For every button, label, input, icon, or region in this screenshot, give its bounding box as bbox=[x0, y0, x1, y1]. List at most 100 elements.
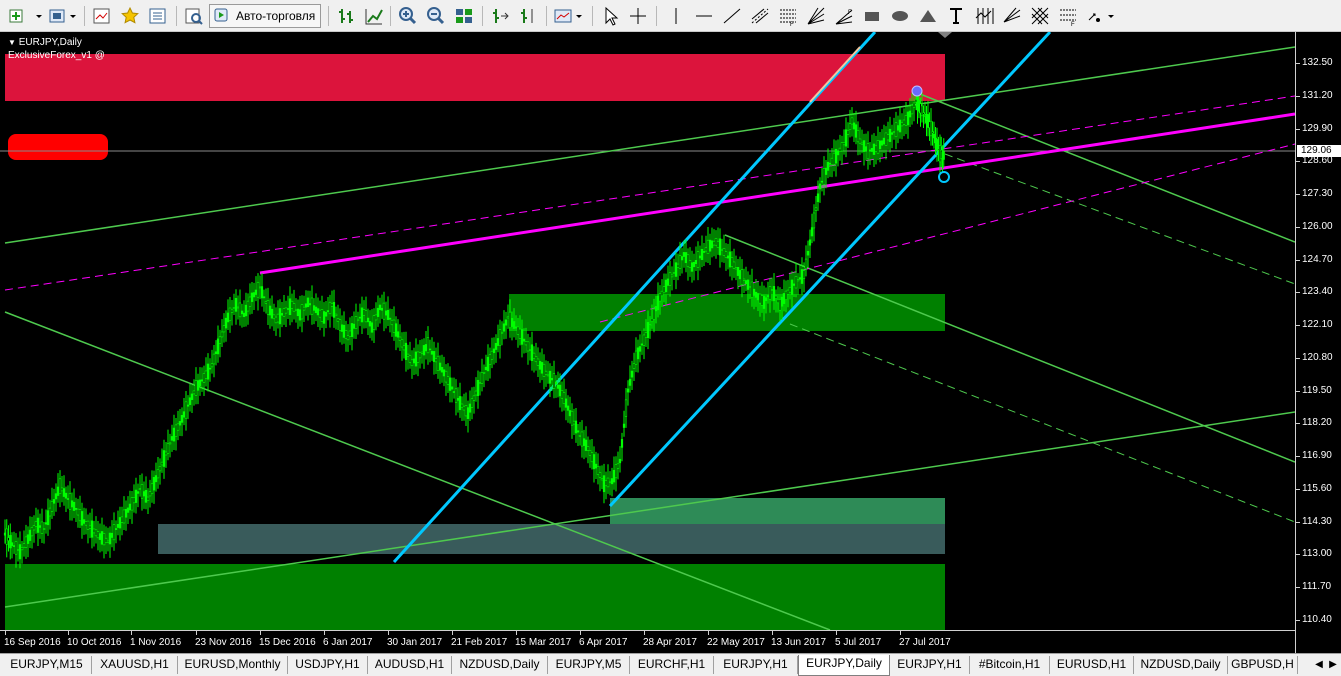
date-label: 16 Sep 2016 bbox=[4, 637, 61, 648]
auto-trading-button[interactable]: Авто-торговля bbox=[209, 4, 321, 28]
candle-body bbox=[758, 293, 762, 304]
tab-scroll-left-icon[interactable]: ◀ bbox=[1312, 657, 1326, 673]
candle-body bbox=[626, 388, 630, 393]
horizontal-line-icon[interactable] bbox=[692, 4, 716, 28]
candlestick-icon[interactable] bbox=[362, 4, 386, 28]
arrows-icon[interactable] bbox=[1084, 4, 1118, 28]
candle-body bbox=[154, 475, 158, 483]
fibonacci-icon[interactable]: F bbox=[776, 4, 800, 28]
vertical-line-icon[interactable] bbox=[664, 4, 688, 28]
templates-icon[interactable] bbox=[552, 4, 586, 28]
candle-body bbox=[890, 132, 894, 135]
candle-body bbox=[548, 370, 552, 384]
candle-body bbox=[526, 341, 530, 352]
autoscroll-icon[interactable] bbox=[488, 4, 512, 28]
candle-body bbox=[104, 537, 108, 543]
candle-body bbox=[170, 436, 174, 441]
candle-body bbox=[176, 423, 180, 431]
candle-body bbox=[654, 306, 658, 312]
profiles-icon[interactable] bbox=[46, 4, 80, 28]
triangle-icon[interactable] bbox=[916, 4, 940, 28]
navigator-icon[interactable] bbox=[146, 4, 170, 28]
candle-body bbox=[432, 351, 436, 362]
chart-tab[interactable]: EURJPY,M15 bbox=[2, 656, 92, 674]
channel-icon[interactable] bbox=[748, 4, 772, 28]
chart-tab[interactable]: AUDUSD,H1 bbox=[368, 656, 452, 674]
candle-body bbox=[392, 319, 396, 333]
price-axis[interactable]: 132.50 131.20 129.90 128.60 127.30 126.00 124.… bbox=[1295, 32, 1341, 653]
candle-body bbox=[798, 277, 802, 280]
candle-body bbox=[218, 336, 222, 344]
chart-tab[interactable]: EURJPY,H1 bbox=[890, 656, 970, 674]
candle-body bbox=[320, 309, 324, 322]
chart-tab[interactable]: #Bitcoin,H1 bbox=[970, 656, 1050, 674]
candle-body bbox=[206, 363, 210, 380]
candle-body bbox=[592, 454, 596, 470]
date-tick bbox=[516, 631, 517, 635]
chart-tab[interactable]: EURUSD,Monthly bbox=[178, 656, 288, 674]
tile-windows-icon[interactable] bbox=[452, 4, 476, 28]
new-chart-icon[interactable] bbox=[6, 4, 46, 28]
candle-body bbox=[388, 317, 392, 320]
candle-body bbox=[416, 351, 420, 363]
chart-tab[interactable]: EURJPY,H1 bbox=[714, 656, 798, 674]
grid-pattern-icon[interactable] bbox=[1028, 4, 1052, 28]
candle-body bbox=[646, 322, 650, 339]
candle-body bbox=[494, 342, 498, 350]
candle-body bbox=[238, 302, 242, 318]
candle-body bbox=[802, 270, 806, 279]
candle-body bbox=[632, 363, 636, 369]
text-icon[interactable] bbox=[944, 4, 968, 28]
zoom-in-icon[interactable] bbox=[396, 4, 420, 28]
date-tick bbox=[388, 631, 389, 635]
fibo-fan-icon[interactable]: F bbox=[832, 4, 856, 28]
candle-body bbox=[562, 392, 566, 404]
ellipse-icon[interactable] bbox=[888, 4, 912, 28]
chart-window[interactable]: ▼ EURJPY,Daily ExclusiveForex_v1 @ 132.5… bbox=[0, 32, 1341, 653]
chart-tab[interactable]: NZDUSD,Daily bbox=[1134, 656, 1228, 674]
candle-body bbox=[536, 358, 540, 366]
zoom-out-icon[interactable] bbox=[424, 4, 448, 28]
rectangle-icon[interactable] bbox=[860, 4, 884, 28]
candle-body bbox=[522, 338, 526, 342]
trendline-icon[interactable] bbox=[720, 4, 744, 28]
candle-body bbox=[884, 132, 888, 146]
candle-body bbox=[634, 350, 638, 365]
candle-body bbox=[246, 300, 250, 312]
favorites-icon[interactable] bbox=[118, 4, 142, 28]
cursor-icon[interactable] bbox=[598, 4, 622, 28]
chart-tab[interactable]: EURCHF,H1 bbox=[630, 656, 714, 674]
chart-tab[interactable]: EURUSD,H1 bbox=[1050, 656, 1134, 674]
date-tick bbox=[68, 631, 69, 635]
chart-shift-icon[interactable] bbox=[516, 4, 540, 28]
candle-body bbox=[600, 478, 604, 481]
chart-canvas[interactable] bbox=[0, 32, 1295, 630]
chart-tab[interactable]: EURJPY,Daily bbox=[798, 655, 890, 676]
pitchfork-icon[interactable] bbox=[1000, 4, 1024, 28]
candle-body bbox=[908, 110, 912, 118]
crosshair-icon[interactable] bbox=[626, 4, 650, 28]
candle-body bbox=[32, 525, 36, 531]
time-axis[interactable]: 16 Sep 2016 10 Oct 2016 1 Nov 2016 23 Nov 2… bbox=[0, 630, 1295, 653]
gann-fan-icon[interactable] bbox=[804, 4, 828, 28]
fibo-expansion-icon[interactable]: F bbox=[1056, 4, 1080, 28]
bar-chart-icon[interactable] bbox=[334, 4, 358, 28]
pivot-low-marker bbox=[938, 171, 950, 183]
chart-tab[interactable]: XAUUSD,H1 bbox=[92, 656, 178, 674]
chart-tab[interactable]: NZDUSD,Daily bbox=[452, 656, 548, 674]
candle-body bbox=[480, 372, 484, 384]
chart-tab[interactable]: USDJPY,H1 bbox=[288, 656, 368, 674]
chart-tab[interactable]: GBPUSD,H bbox=[1228, 656, 1298, 674]
candle-body bbox=[540, 362, 544, 374]
candle-body bbox=[346, 335, 350, 341]
candle-body bbox=[814, 207, 818, 211]
chart-tab[interactable]: EURJPY,M5 bbox=[548, 656, 630, 674]
price-tick bbox=[1296, 259, 1300, 261]
cycle-lines-icon[interactable] bbox=[972, 4, 996, 28]
market-watch-icon[interactable] bbox=[90, 4, 114, 28]
strategy-tester-icon[interactable] bbox=[182, 4, 206, 28]
candle-body bbox=[60, 487, 64, 492]
candle-body bbox=[584, 439, 588, 451]
tab-scroll-right-icon[interactable]: ▶ bbox=[1326, 657, 1340, 673]
candle-body bbox=[874, 145, 878, 152]
